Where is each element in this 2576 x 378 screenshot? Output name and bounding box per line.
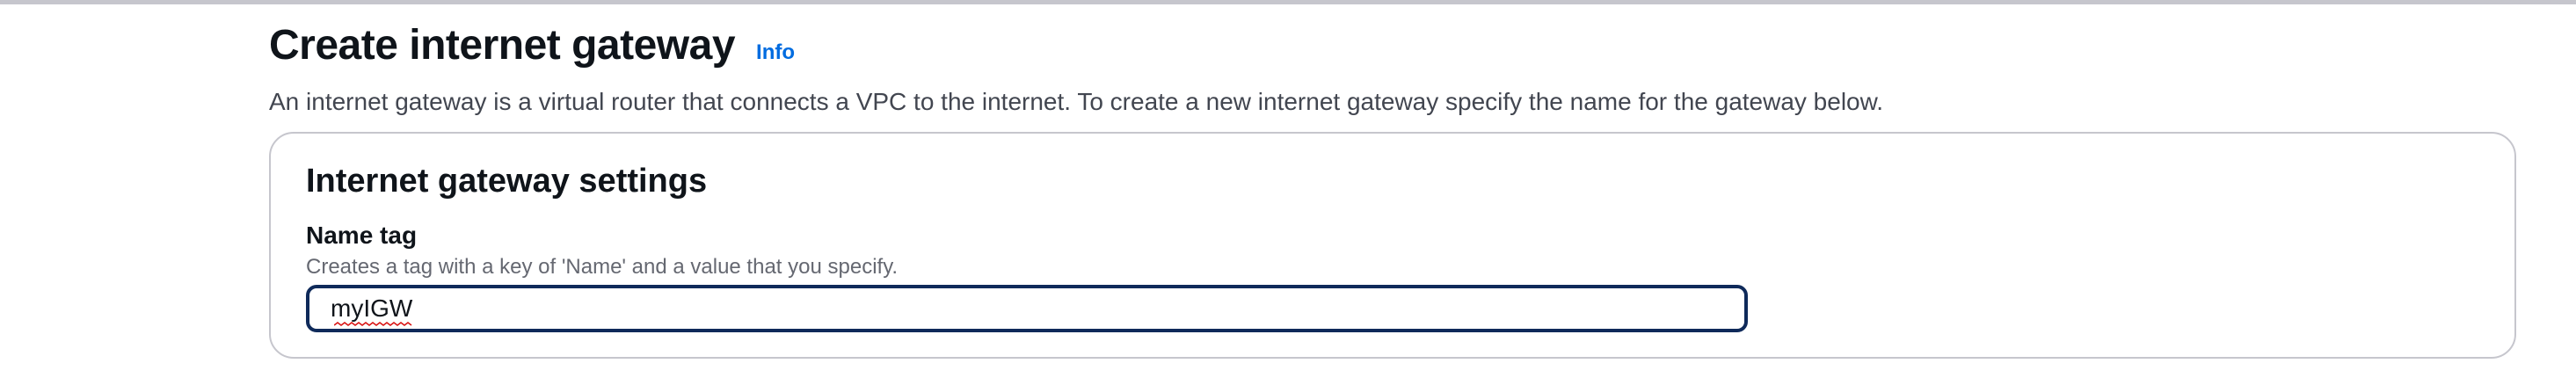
settings-section-title: Internet gateway settings [306, 163, 708, 200]
page-header: Create internet gateway Info An internet… [269, 16, 2520, 118]
top-divider [0, 0, 2576, 4]
name-tag-label: Name tag [306, 222, 418, 249]
page-description: An internet gateway is a virtual router … [269, 88, 1884, 115]
name-tag-help-text: Creates a tag with a key of 'Name' and a… [306, 255, 899, 279]
name-tag-input[interactable] [306, 285, 1748, 332]
page-title: Create internet gateway [269, 22, 736, 69]
title-row: Create internet gateway Info [269, 16, 2520, 76]
internet-gateway-settings-card: Internet gateway settings Name tag Creat… [269, 132, 2516, 359]
info-link[interactable]: Info [756, 23, 795, 83]
